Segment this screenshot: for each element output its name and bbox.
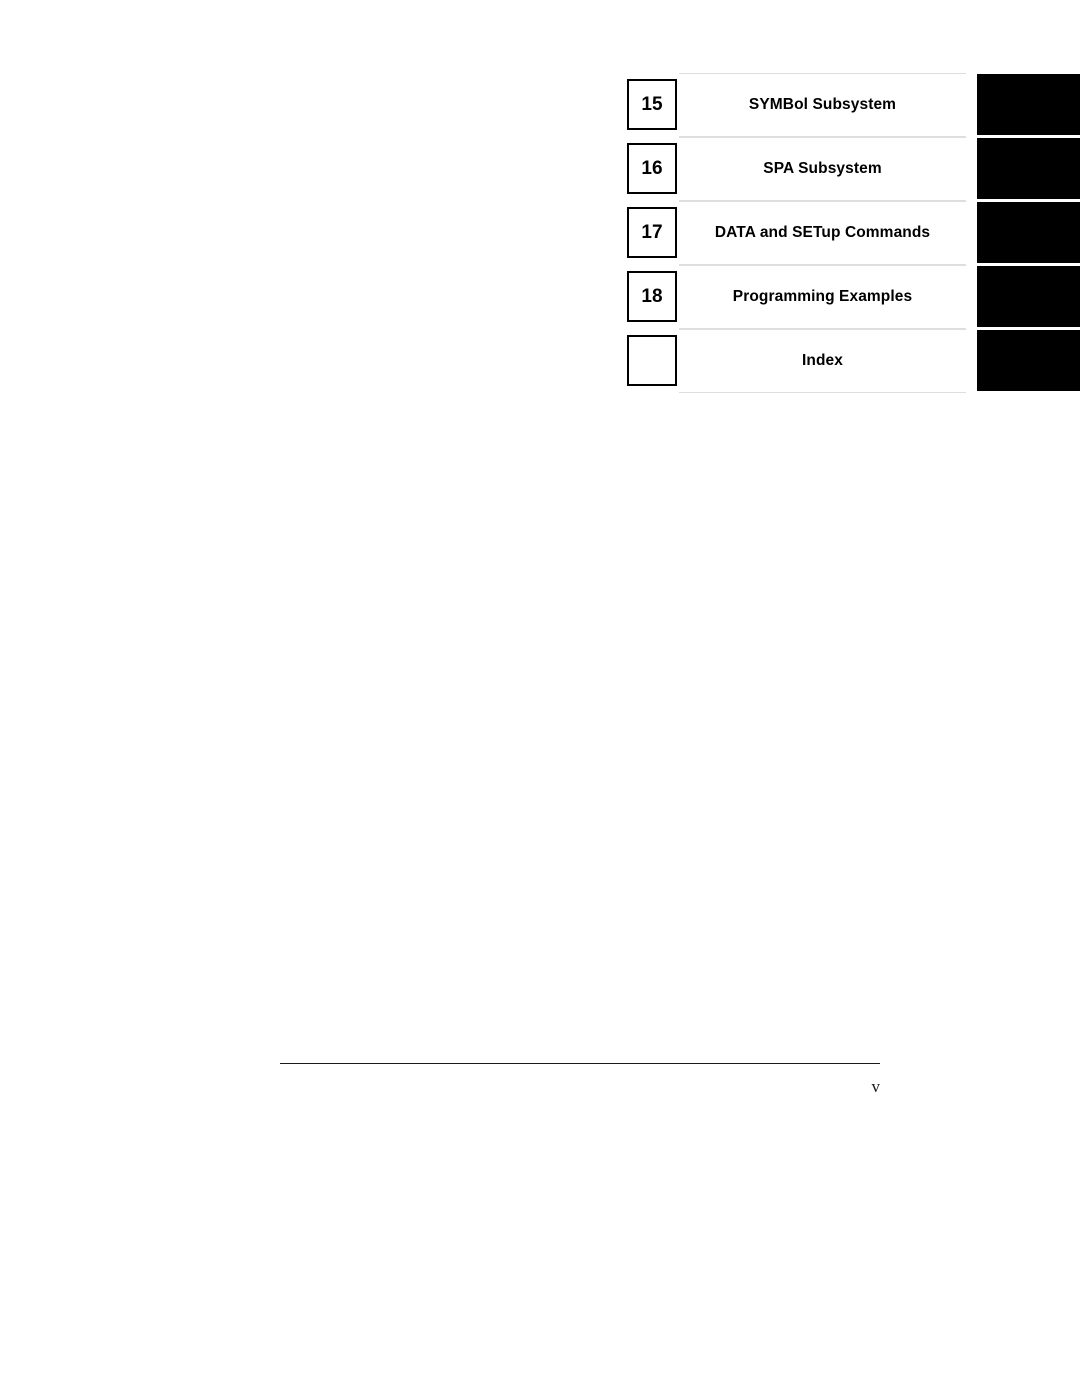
- table-row[interactable]: 15 SYMBol Subsystem: [627, 73, 1080, 137]
- chapter-number-label: 16: [641, 158, 663, 179]
- chapter-number-label: 18: [641, 286, 663, 307]
- chapter-number-label: 17: [641, 222, 663, 243]
- chapter-number-box[interactable]: 15: [627, 79, 677, 130]
- chapter-number-box[interactable]: 17: [627, 207, 677, 258]
- chapter-title-cell[interactable]: Index: [679, 329, 966, 393]
- chapter-title-label: DATA and SETup Commands: [714, 224, 931, 242]
- tab-marker-block: [977, 74, 1080, 135]
- chapter-number-column: 18: [627, 265, 678, 329]
- footer-divider: [280, 1063, 880, 1064]
- chapter-number-column: 16: [627, 137, 678, 201]
- page-footer: v: [280, 1063, 880, 1095]
- chapter-title-cell[interactable]: SPA Subsystem: [679, 137, 966, 201]
- chapter-number-box[interactable]: [627, 335, 677, 386]
- chapter-title-label: SYMBol Subsystem: [748, 96, 897, 114]
- tab-marker-block: [977, 202, 1080, 263]
- table-row[interactable]: 16 SPA Subsystem: [627, 137, 1080, 201]
- chapter-number-box[interactable]: 18: [627, 271, 677, 322]
- chapter-number-column: 17: [627, 201, 678, 265]
- chapter-title-label: Index: [802, 352, 843, 370]
- table-row[interactable]: Index: [627, 329, 1080, 393]
- tab-marker-block: [977, 266, 1080, 327]
- table-row[interactable]: 18 Programming Examples: [627, 265, 1080, 329]
- page-number: v: [871, 1077, 881, 1096]
- chapter-tab-index-table: 15 SYMBol Subsystem 16 SPA Subsystem 17 …: [627, 73, 1080, 393]
- tab-marker-block: [977, 138, 1080, 199]
- chapter-title-cell[interactable]: SYMBol Subsystem: [679, 73, 966, 137]
- chapter-title-cell[interactable]: Programming Examples: [679, 265, 966, 329]
- tab-marker-block: [977, 330, 1080, 391]
- chapter-number-box[interactable]: 16: [627, 143, 677, 194]
- chapter-title-cell[interactable]: DATA and SETup Commands: [679, 201, 966, 265]
- chapter-title-label: Programming Examples: [732, 288, 913, 306]
- chapter-number-column: [627, 329, 678, 393]
- chapter-number-column: 15: [627, 73, 678, 137]
- chapter-number-label: 15: [641, 94, 663, 115]
- chapter-title-label: SPA Subsystem: [763, 160, 882, 178]
- table-row[interactable]: 17 DATA and SETup Commands: [627, 201, 1080, 265]
